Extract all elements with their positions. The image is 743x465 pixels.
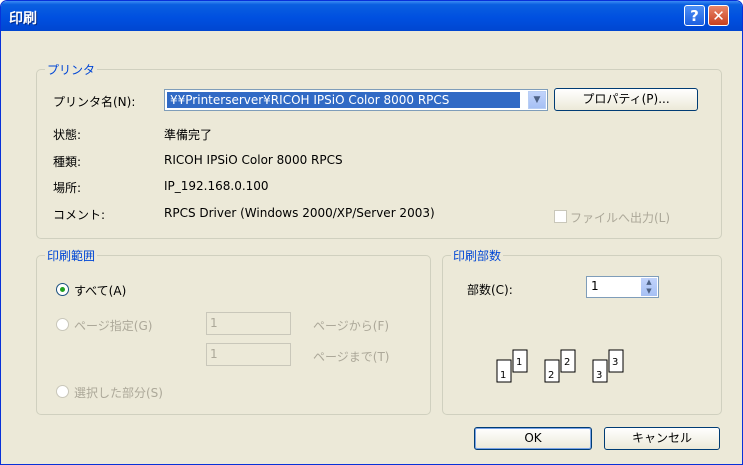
svg-text:2: 2 <box>564 357 570 368</box>
svg-text:3: 3 <box>612 357 618 368</box>
all-pages-label[interactable]: すべて(A) <box>74 282 126 299</box>
print-to-file-label[interactable]: ファイルへ出力(L) <box>570 209 670 226</box>
type-value: RICOH IPSiO Color 8000 RPCS <box>164 153 343 167</box>
spin-arrows-icon[interactable]: ▲ ▼ <box>641 278 657 296</box>
page-to-label: ページまで(T) <box>313 350 390 364</box>
location-label: 場所: <box>53 181 82 195</box>
comment-value: RPCS Driver (Windows 2000/XP/Server 2003… <box>164 206 435 220</box>
page-from-label: ページから(F) <box>313 319 390 333</box>
svg-text:2: 2 <box>548 370 554 381</box>
page-set-1: 1 1 <box>496 349 528 383</box>
location-value: IP_192.168.0.100 <box>164 179 269 193</box>
cancel-button[interactable]: キャンセル <box>604 427 720 450</box>
printer-group-legend: プリンタ <box>45 61 98 78</box>
copies-stepper[interactable]: 1 ▲ ▼ <box>586 276 659 298</box>
print-range-legend: 印刷範囲 <box>45 247 98 264</box>
properties-button[interactable]: プロパティ(P)... <box>554 88 698 111</box>
comment-label: コメント: <box>53 208 106 222</box>
svg-text:1: 1 <box>516 357 522 368</box>
help-icon[interactable]: ? <box>684 5 705 26</box>
page-range-radio[interactable] <box>56 318 69 331</box>
collate-pages-icon: 1 1 2 2 3 3 <box>496 349 624 383</box>
radio-selected-dot <box>60 287 65 292</box>
copies-legend: 印刷部数 <box>451 247 504 264</box>
svg-text:1: 1 <box>500 370 506 381</box>
selection-radio[interactable] <box>56 385 69 398</box>
printer-name-label: プリンタ名(N): <box>53 95 136 109</box>
close-icon[interactable]: ✕ <box>708 5 729 26</box>
window-title: 印刷 <box>9 11 37 27</box>
copies-count-value: 1 <box>591 279 599 293</box>
title-bar[interactable]: 印刷 ? ✕ <box>1 1 742 31</box>
print-to-file-checkbox[interactable] <box>554 210 567 223</box>
printer-name-select[interactable]: ¥¥Printerserver¥RICOH IPSiO Color 8000 R… <box>164 89 548 111</box>
page-range-label[interactable]: ページ指定(G) <box>74 317 152 334</box>
type-label: 種類: <box>53 155 82 169</box>
status-value: 準備完了 <box>164 128 213 142</box>
ok-button[interactable]: OK <box>474 427 592 450</box>
copies-count-label: 部数(C): <box>467 283 513 297</box>
printer-name-value: ¥¥Printerserver¥RICOH IPSiO Color 8000 R… <box>167 92 520 108</box>
page-set-3: 3 3 <box>592 349 624 383</box>
svg-text:3: 3 <box>596 370 602 381</box>
page-set-2: 2 2 <box>544 349 576 383</box>
chevron-down-icon[interactable]: ▼ <box>528 91 546 109</box>
page-from-input[interactable]: 1 <box>206 312 291 335</box>
all-pages-radio[interactable] <box>56 283 69 296</box>
status-label: 状態: <box>53 128 82 142</box>
selection-label[interactable]: 選択した部分(S) <box>74 384 163 401</box>
page-to-input[interactable]: 1 <box>206 343 291 366</box>
print-dialog: 印刷 ? ✕ プリンタ プリンタ名(N): ¥¥Printerserver¥RI… <box>0 0 743 465</box>
